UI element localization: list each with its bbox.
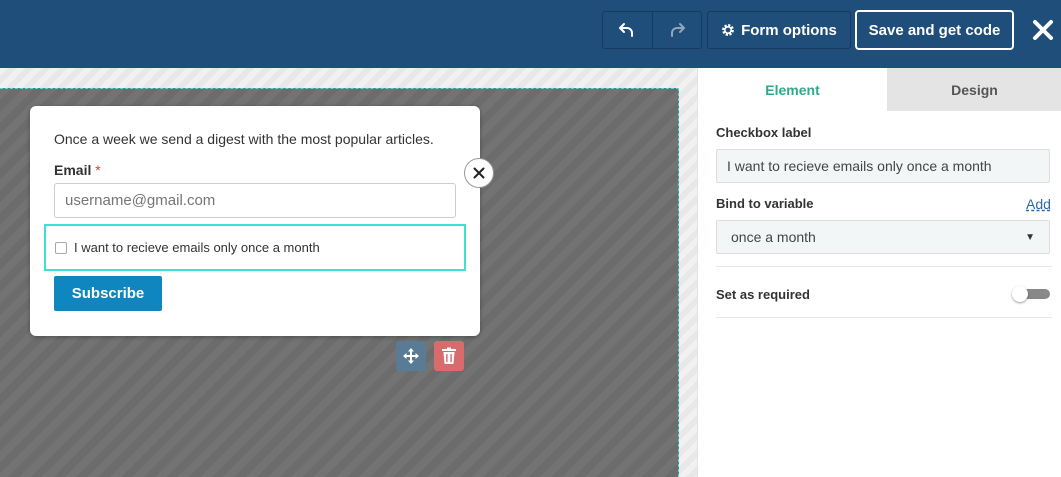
dropdown-arrow-icon: ▼ — [1025, 231, 1035, 243]
email-input[interactable] — [54, 183, 456, 218]
checkbox-label-title: Checkbox label — [716, 125, 812, 140]
form-popup: Once a week we send a digest with the mo… — [30, 106, 480, 336]
bind-variable-title: Bind to variable — [716, 196, 814, 211]
required-mark: * — [95, 162, 101, 178]
delete-element-button[interactable] — [434, 341, 464, 371]
history-group — [602, 11, 702, 49]
required-toggle[interactable] — [1012, 286, 1050, 302]
close-editor-button[interactable] — [1026, 10, 1060, 50]
toggle-knob — [1012, 286, 1028, 302]
gear-icon — [722, 24, 734, 36]
trash-icon — [442, 347, 456, 364]
popup-close-button[interactable] — [464, 158, 494, 188]
checkbox-label-input[interactable] — [716, 149, 1050, 183]
checkbox-label: I want to recieve emails only once a mon… — [74, 240, 320, 255]
form-options-button[interactable]: Form options — [707, 11, 851, 49]
add-variable-link[interactable]: Add — [1026, 196, 1051, 212]
required-title: Set as required — [716, 287, 810, 302]
tab-design[interactable]: Design — [887, 68, 1061, 111]
tab-element[interactable]: Element — [698, 68, 887, 111]
close-icon — [1033, 20, 1053, 40]
panel-tabs: Element Design — [698, 68, 1061, 111]
move-icon — [403, 348, 419, 364]
redo-button[interactable] — [651, 12, 701, 48]
top-bar: Form options Save and get code — [0, 0, 1061, 68]
undo-icon — [619, 23, 634, 37]
form-description: Once a week we send a digest with the mo… — [54, 131, 434, 147]
divider — [716, 266, 1052, 267]
settings-panel: Element Design Checkbox label Bind to va… — [697, 68, 1061, 477]
save-label: Save and get code — [868, 21, 1001, 39]
close-icon — [473, 167, 485, 179]
move-element-button[interactable] — [396, 341, 426, 371]
email-label: Email * — [54, 162, 101, 178]
save-and-get-code-button[interactable]: Save and get code — [855, 10, 1014, 50]
bind-variable-value: once a month — [731, 229, 816, 245]
checkbox-element-selected[interactable]: I want to recieve emails only once a mon… — [44, 224, 466, 271]
undo-button[interactable] — [603, 12, 652, 48]
redo-icon — [670, 23, 685, 37]
divider — [716, 317, 1052, 318]
subscribe-label: Subscribe — [71, 285, 145, 302]
checkbox[interactable] — [55, 241, 67, 254]
form-options-label: Form options — [741, 21, 837, 39]
subscribe-button[interactable]: Subscribe — [54, 276, 162, 311]
email-label-text: Email — [54, 162, 92, 178]
bind-variable-select[interactable]: once a month ▼ — [716, 220, 1050, 254]
